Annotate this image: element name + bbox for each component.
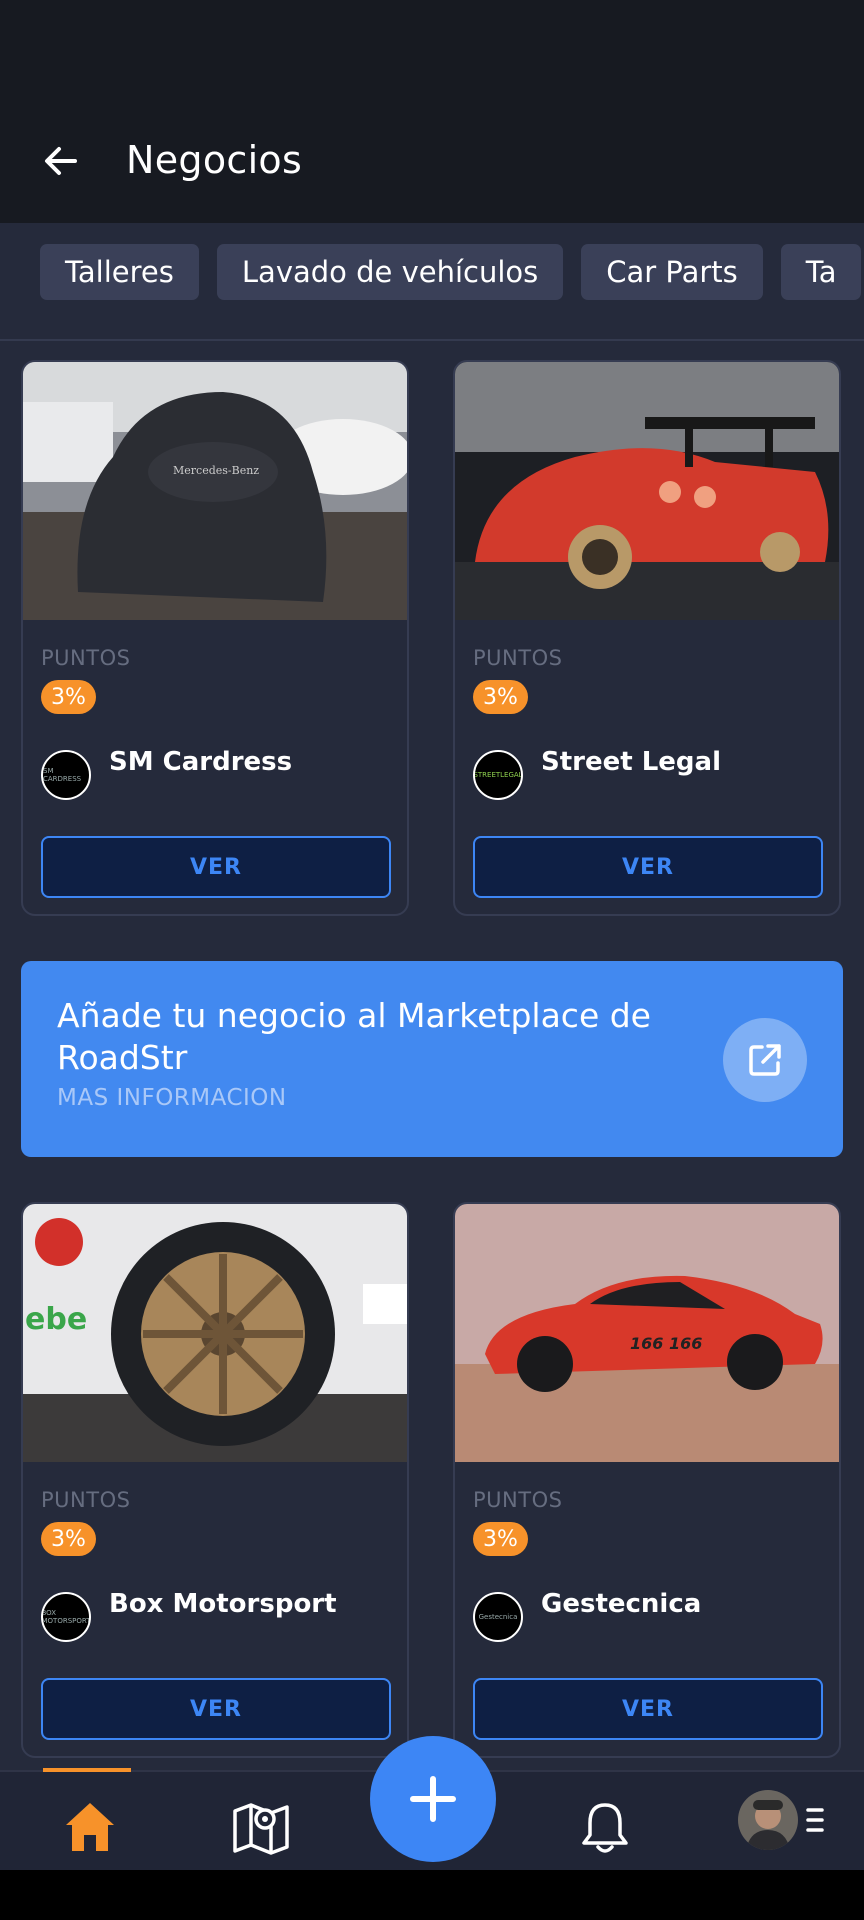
- external-link-icon: [749, 1044, 781, 1076]
- nav-home[interactable]: [55, 1792, 125, 1862]
- ver-button[interactable]: VER: [473, 1678, 823, 1740]
- map-icon: [233, 1803, 289, 1855]
- plus-icon: [410, 1776, 456, 1822]
- business-card[interactable]: ebe PUNTOS 3% BOX MOTORSPORT Box Motorsp…: [21, 1202, 409, 1758]
- menu-icon[interactable]: [804, 1802, 826, 1838]
- business-logo: BOX MOTORSPORT: [41, 1592, 91, 1642]
- business-card[interactable]: 166 166 PUNTOS 3% Gestecnica Gestecnica …: [453, 1202, 841, 1758]
- points-label: PUNTOS: [41, 1488, 131, 1512]
- nav-map[interactable]: [226, 1792, 296, 1862]
- business-name: Gestecnica: [541, 1589, 702, 1619]
- points-label: PUNTOS: [473, 646, 563, 670]
- page-title: Negocios: [126, 138, 303, 182]
- category-chip-car-parts[interactable]: Car Parts: [581, 244, 763, 300]
- business-name: Street Legal: [541, 747, 721, 777]
- bell-icon: [582, 1803, 628, 1853]
- business-card[interactable]: PUNTOS 3% STREETLEGAL Street Legal VER: [453, 360, 841, 916]
- points-badge: 3%: [41, 1522, 96, 1556]
- category-chip-partial[interactable]: Ta: [780, 244, 862, 300]
- business-name: SM Cardress: [109, 747, 293, 777]
- business-logo: STREETLEGAL: [473, 750, 523, 800]
- marketplace-promo-banner[interactable]: Añade tu negocio al Marketplace de RoadS…: [21, 961, 843, 1157]
- promo-subtitle[interactable]: MAS INFORMACION: [57, 1085, 287, 1111]
- home-icon: [66, 1803, 114, 1851]
- external-link-button[interactable]: [723, 1018, 807, 1102]
- points-badge: 3%: [473, 1522, 528, 1556]
- business-image: 166 166: [455, 1204, 839, 1462]
- svg-text:166 166: 166 166: [630, 1334, 702, 1353]
- points-badge: 3%: [473, 680, 528, 714]
- business-logo: SM CARDRESS: [41, 750, 91, 800]
- business-card[interactable]: Mercedes-Benz PUNTOS 3% SM CARDRESS SM C…: [21, 360, 409, 916]
- category-chip-talleres[interactable]: Talleres: [40, 244, 199, 300]
- promo-title: Añade tu negocio al Marketplace de RoadS…: [57, 996, 651, 1077]
- ver-button[interactable]: VER: [41, 836, 391, 898]
- svg-text:ebe: ebe: [25, 1302, 87, 1337]
- business-name: Box Motorsport: [109, 1589, 337, 1619]
- svg-text:Mercedes-Benz: Mercedes-Benz: [173, 464, 259, 477]
- status-bar: [0, 0, 864, 110]
- points-label: PUNTOS: [41, 646, 131, 670]
- active-tab-indicator: [43, 1768, 131, 1772]
- category-chip-lavado[interactable]: Lavado de vehículos: [216, 244, 564, 300]
- category-filter-bar: Talleres Lavado de vehículos Car Parts T…: [0, 223, 864, 341]
- avatar[interactable]: [738, 1790, 798, 1850]
- business-image: [455, 362, 839, 620]
- business-image: Mercedes-Benz: [23, 362, 407, 620]
- system-navigation-bar: [0, 1870, 864, 1920]
- business-logo: Gestecnica: [473, 1592, 523, 1642]
- back-button[interactable]: [40, 140, 82, 182]
- ver-button[interactable]: VER: [41, 1678, 391, 1740]
- nav-notifications[interactable]: [570, 1792, 640, 1862]
- points-label: PUNTOS: [473, 1488, 563, 1512]
- business-image: ebe: [23, 1204, 407, 1462]
- points-badge: 3%: [41, 680, 96, 714]
- arrow-left-icon: [45, 147, 77, 175]
- add-button[interactable]: [370, 1736, 496, 1862]
- ver-button[interactable]: VER: [473, 836, 823, 898]
